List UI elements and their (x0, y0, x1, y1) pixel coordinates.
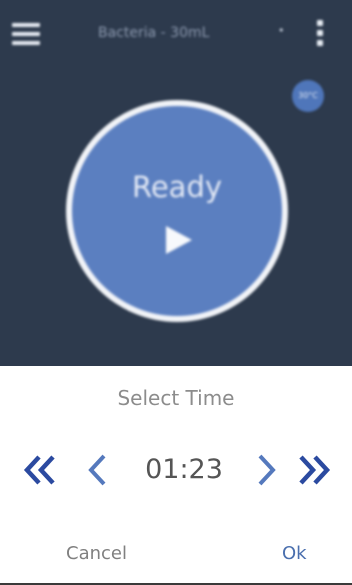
ok-button[interactable]: Ok (282, 542, 307, 566)
dialog-title: Select Time (117, 386, 235, 410)
time-selector: 01:23 (0, 446, 352, 494)
hamburger-icon[interactable] (12, 23, 40, 45)
play-icon (166, 226, 192, 254)
ready-start-button[interactable]: Ready (72, 106, 282, 316)
app-title: Bacteria - 30mL (98, 25, 210, 41)
chevron-left-icon[interactable] (86, 450, 110, 490)
double-chevron-left-icon[interactable] (22, 450, 58, 490)
chevron-right-icon[interactable] (254, 450, 278, 490)
ready-status-label: Ready (131, 170, 223, 204)
double-chevron-right-icon[interactable] (296, 450, 332, 490)
select-time-dialog: Select Time 01:23 Cancel Ok (0, 366, 352, 585)
top-bar: Bacteria - 30mL • (0, 0, 352, 78)
cancel-button[interactable]: Cancel (66, 542, 127, 566)
app-screen: Bacteria - 30mL • 30°C Ready Select Time (0, 0, 352, 585)
time-value: 01:23 (145, 454, 223, 485)
kebab-menu-icon[interactable] (316, 20, 324, 48)
temperature-badge[interactable]: 30°C (292, 80, 324, 112)
title-dot: • (278, 24, 285, 37)
